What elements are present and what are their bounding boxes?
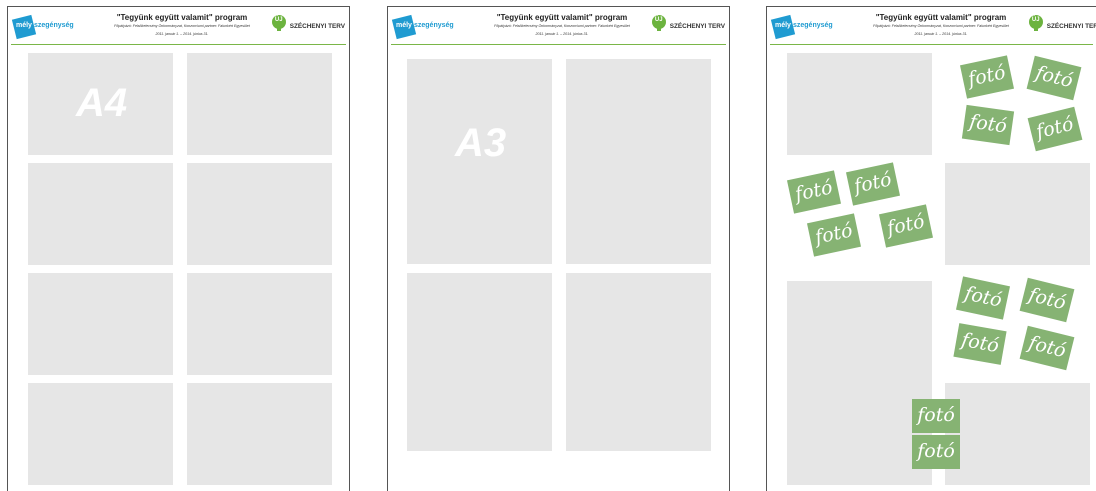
layout-page-a4: mély szegénység "Tegyünk együtt valamit"… [7,6,350,491]
melyszegenyseg-logo: mély szegénység [11,14,92,40]
photo-placeholder: fotó [961,104,1015,146]
a4-placeholder [187,383,332,485]
a3-placeholder [407,273,552,451]
program-title: "Tegyünk együtt valamit" program [116,13,248,22]
photo-placeholder: fotó [959,55,1015,99]
header-subtitle: Főpályázó: Felsőkelecsény Önkormányzat, … [494,24,630,28]
photo-placeholder: fotó [1027,106,1083,152]
a4-placeholder [187,53,332,155]
header-subtitle: Főpályázó: Felsőkelecsény Önkormányzat, … [873,24,1009,28]
photo-placeholder: fotó [955,276,1011,320]
a4-placeholder [187,163,332,265]
photo-placeholder: fotó [1026,55,1082,101]
szechenyi-terv-logo: ÚJ SZÉCHENYI TERV [1028,15,1096,31]
photo-placeholder: fotó [1019,325,1075,371]
a4-placeholder: A4 [28,53,173,155]
a4-placeholder [187,273,332,375]
photo-placeholder: fotó [953,323,1007,365]
layout-page-a3: mély szegénység "Tegyünk együtt valamit"… [387,6,730,491]
header-dates: 2011. január 1. – 2014. június 31. [535,32,589,36]
photo-page-placeholder [945,383,1090,485]
szechenyi-pin-icon: ÚJ [1028,15,1043,31]
program-title: "Tegyünk együtt valamit" program [875,13,1007,22]
photo-placeholder: fotó [806,213,862,257]
szechenyi-terv-logo: ÚJ SZÉCHENYI TERV [271,15,345,31]
photo-placeholder: fotó [1019,277,1075,323]
header-dates: 2011. január 1. – 2014. június 31. [155,32,209,36]
layout-page-photos: mély szegénység "Tegyünk együtt valamit"… [766,6,1096,491]
photo-placeholder: fotó [786,170,842,214]
photo-page-placeholder [787,281,932,485]
program-title: "Tegyünk együtt valamit" program [496,13,628,22]
melyszegenyseg-logo: mély szegénység [391,14,472,40]
page-header: mély szegénység "Tegyünk együtt valamit"… [388,7,729,45]
szechenyi-terv-logo: ÚJ SZÉCHENYI TERV [651,15,725,31]
page-header: mély szegénység "Tegyünk együtt valamit"… [8,7,349,45]
photo-page-placeholder [787,53,932,155]
a4-placeholder [28,163,173,265]
photo-placeholder: fotó [912,435,960,469]
melyszegenyseg-logo: mély szegénység [770,14,851,40]
a3-placeholder [566,59,711,264]
a3-placeholder: A3 [407,59,552,264]
header-subtitle: Főpályázó: Felsőkelecsény Önkormányzat, … [114,24,250,28]
a4-placeholder [28,383,173,485]
a4-label: A4 [76,81,128,125]
szechenyi-pin-icon: ÚJ [271,15,286,31]
photo-placeholder: fotó [878,204,934,248]
photo-placeholder: fotó [845,162,901,206]
a3-label: A3 [455,121,507,165]
szechenyi-pin-icon: ÚJ [651,15,666,31]
header-dates: 2011. január 1. – 2014. június 31. [914,32,968,36]
a3-placeholder [566,273,711,451]
photo-page-placeholder [945,163,1090,265]
photo-placeholder: fotó [912,399,960,433]
page-header: mély szegénység "Tegyünk együtt valamit"… [767,7,1096,45]
a4-placeholder [28,273,173,375]
